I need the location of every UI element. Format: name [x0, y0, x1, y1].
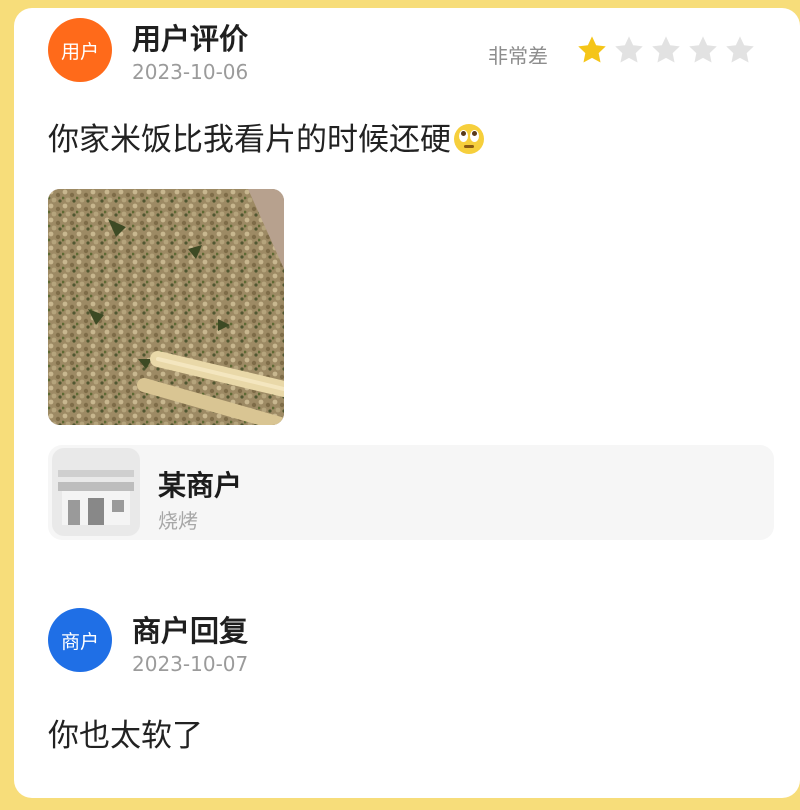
- merchant-category: 烧烤: [158, 509, 198, 533]
- review-text: 你家米饭比我看片的时候还硬: [48, 114, 484, 159]
- star-icon: [615, 36, 643, 63]
- review-date: 2023-10-06: [132, 60, 249, 84]
- review-author: 用户评价: [132, 22, 249, 56]
- merchant-card[interactable]: 某商户 烧烤: [48, 445, 774, 540]
- review-card: 用户 用户评价 2023-10-06 非常差 你家米饭比我看片的时候还硬 某商户…: [14, 8, 800, 798]
- rating-label: 非常差: [488, 44, 548, 68]
- storefront-icon: [52, 448, 140, 536]
- star-rating: [576, 34, 756, 66]
- star-icon: [652, 36, 680, 63]
- review-photo[interactable]: [48, 189, 284, 425]
- reply-date: 2023-10-07: [132, 652, 249, 676]
- review-text-content: 你家米饭比我看片的时候还硬: [48, 122, 451, 158]
- star-icon: [726, 36, 754, 63]
- star-icon: [689, 36, 717, 63]
- reply-author: 商户回复: [132, 614, 249, 648]
- rolling-eyes-emoji: [454, 124, 484, 154]
- user-avatar[interactable]: 用户: [48, 18, 112, 82]
- merchant-avatar-label: 商户: [60, 630, 99, 653]
- merchant-name: 某商户: [158, 469, 243, 502]
- merchant-avatar[interactable]: 商户: [48, 608, 112, 672]
- fried-rice-photo: [48, 189, 284, 425]
- star-icon: [578, 36, 606, 63]
- reply-text: 你也太软了: [48, 718, 203, 754]
- user-avatar-label: 用户: [60, 40, 99, 63]
